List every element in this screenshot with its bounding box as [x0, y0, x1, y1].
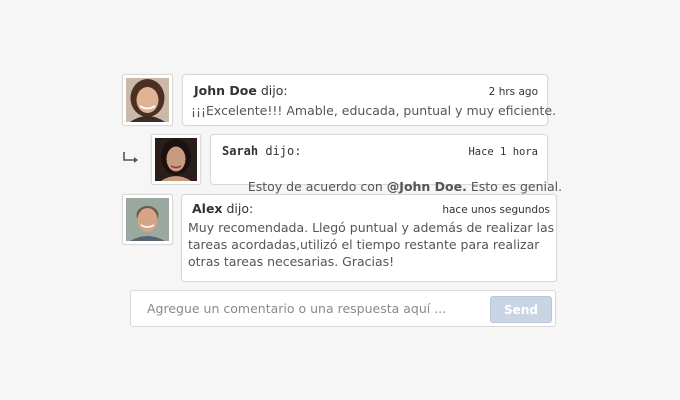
comment-text-end: Esto es genial. [466, 179, 563, 194]
author-name[interactable]: John Doe [194, 83, 257, 98]
comment-timestamp: Hace 1 hora [468, 146, 538, 158]
comment-text-start: Estoy de acuerdo con [243, 179, 387, 194]
comment-card-sarah: Sarah dijo: Hace 1 hora Estoy de acuerdo… [210, 134, 562, 194]
author-verb: dijo: [222, 201, 254, 216]
reply-arrow-icon [123, 152, 138, 163]
avatar-john-doe[interactable] [122, 74, 173, 126]
avatar-photo-woman [155, 138, 197, 181]
comment-text: ¡¡¡Excelente!!! Amable, educada, puntual… [191, 103, 557, 118]
author-verb: dijo: [258, 144, 302, 158]
comment-composer: Send [130, 290, 556, 327]
comment-thread: John Doe dijo: 2 hrs ago ¡¡¡Excelente!!!… [0, 0, 680, 400]
comment-author-line: Sarah dijo: [222, 144, 301, 158]
avatar-sarah[interactable] [151, 134, 201, 185]
send-button[interactable]: Send [490, 296, 552, 323]
comment-author-line: John Doe dijo: [194, 83, 288, 98]
author-name[interactable]: Sarah [222, 144, 258, 158]
comment-text-line: Muy recomendada. Llegó puntual y además … [188, 220, 555, 235]
comment-card-john-doe: John Doe dijo: 2 hrs ago ¡¡¡Excelente!!!… [182, 74, 556, 126]
comment-author-line: Alex dijo: [192, 201, 253, 216]
comment-card-alex: Alex dijo: hace unos segundos Muy recome… [181, 194, 557, 282]
comment-input[interactable] [139, 296, 495, 321]
author-name[interactable]: Alex [192, 201, 223, 216]
avatar-alex[interactable] [122, 194, 173, 245]
avatar-photo-man [126, 198, 169, 241]
comment-text-line: tareas acordadas,utilizó el tiempo resta… [188, 237, 540, 252]
comment-text-line: otras tareas necesarias. Gracias! [188, 254, 395, 269]
comment-timestamp: 2 hrs ago [488, 86, 538, 98]
comment-text: Muy recomendada. Llegó puntual y además … [188, 219, 554, 270]
mention-link[interactable]: @John Doe. [387, 179, 467, 194]
avatar-photo-woman [126, 78, 169, 122]
comment-timestamp: hace unos segundos [442, 204, 550, 216]
author-verb: dijo: [256, 83, 288, 98]
